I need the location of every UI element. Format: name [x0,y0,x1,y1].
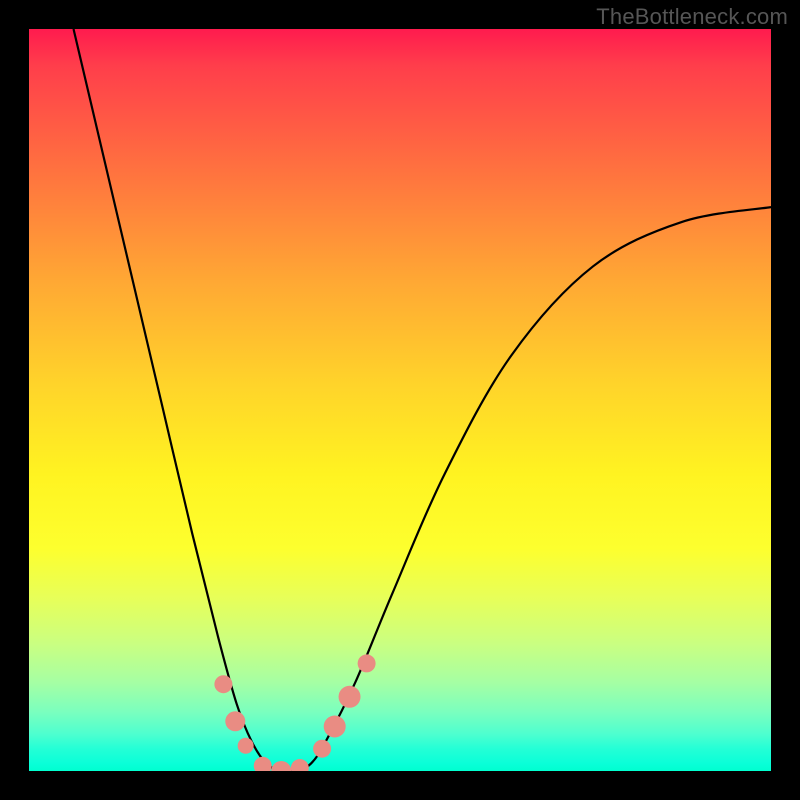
right-dot-3 [339,686,361,708]
left-dot-1 [214,675,232,693]
chart-frame: TheBottleneck.com [0,0,800,800]
floor-2 [271,761,291,771]
right-dot-2 [324,715,346,737]
plot-area [29,29,771,771]
right-dot-1 [313,740,331,758]
left-dot-2 [225,711,245,731]
bottleneck-curve [74,29,771,771]
chart-svg [29,29,771,771]
left-dot-3 [238,738,254,754]
watermark-text: TheBottleneck.com [596,4,788,30]
floor-1 [254,757,272,771]
data-markers [214,654,375,771]
right-dot-4 [358,654,376,672]
floor-3 [291,759,309,771]
